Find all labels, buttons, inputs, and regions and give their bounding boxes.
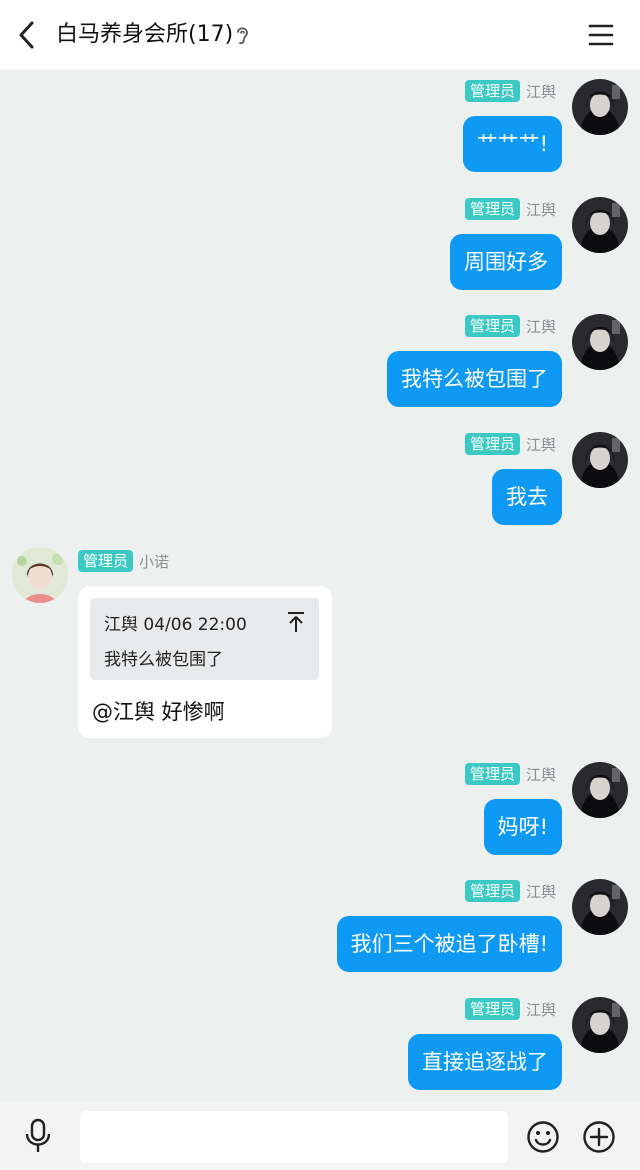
chat-title: 白马养身会所(17) xyxy=(56,22,234,47)
message-bubble[interactable]: 江舆 04/06 22:00 我特么被包围了 @江舆 好惨啊 xyxy=(78,586,332,738)
message-bubble[interactable]: 艹艹艹! xyxy=(462,116,562,172)
microphone-icon xyxy=(25,1118,51,1152)
message-meta: 管理员 江舆 xyxy=(464,763,556,785)
message-bubble[interactable]: 妈呀! xyxy=(483,799,562,855)
sender-name: 江舆 xyxy=(525,317,556,336)
back-button[interactable] xyxy=(12,17,46,53)
voice-button[interactable] xyxy=(22,1118,54,1154)
sender-name: 江舆 xyxy=(525,200,556,219)
ear-icon xyxy=(234,24,250,46)
message-input[interactable] xyxy=(80,1111,508,1163)
avatar[interactable] xyxy=(12,547,68,603)
plus-icon xyxy=(583,1121,615,1153)
emoji-button[interactable] xyxy=(526,1120,560,1154)
sender-name: 江舆 xyxy=(525,882,556,901)
menu-button[interactable] xyxy=(586,20,616,50)
message-meta: 管理员 江舆 xyxy=(464,880,556,902)
message-meta: 管理员 江舆 xyxy=(464,433,556,455)
avatar[interactable] xyxy=(572,879,628,935)
sender-name: 江舆 xyxy=(525,82,556,101)
avatar[interactable] xyxy=(572,314,628,370)
back-arrow-icon xyxy=(19,21,34,49)
quoted-text: 我特么被包围了 xyxy=(104,650,223,670)
message-bubble[interactable]: 我去 xyxy=(492,469,562,525)
message-bubble[interactable]: 周围好多 xyxy=(450,234,562,290)
message-meta: 管理员 小诺 xyxy=(78,550,169,572)
admin-badge: 管理员 xyxy=(464,315,520,337)
message-meta: 管理员 江舆 xyxy=(464,315,556,337)
sender-name: 江舆 xyxy=(525,1000,556,1019)
avatar[interactable] xyxy=(572,197,628,253)
hamburger-menu-icon xyxy=(588,24,614,46)
sender-name: 小诺 xyxy=(139,552,170,571)
message-meta: 管理员 江舆 xyxy=(464,80,556,102)
message-bubble[interactable]: 直接追逐战了 xyxy=(408,1034,562,1090)
chat-message-list[interactable]: 管理员 江舆 艹艹艹! 管理员 江舆 周围好多 管理员 江舆 我特么被包围了 管… xyxy=(0,70,640,1102)
message-meta: 管理员 江舆 xyxy=(464,198,556,220)
more-options-button[interactable] xyxy=(582,1120,616,1154)
emoji-icon xyxy=(527,1121,559,1153)
avatar[interactable] xyxy=(572,762,628,818)
admin-badge: 管理员 xyxy=(464,998,520,1020)
sender-name: 江舆 xyxy=(525,435,556,454)
admin-badge: 管理员 xyxy=(464,198,520,220)
message-meta: 管理员 江舆 xyxy=(464,998,556,1020)
quoted-message[interactable]: 江舆 04/06 22:00 我特么被包围了 xyxy=(90,598,319,680)
quoted-header: 江舆 04/06 22:00 xyxy=(104,615,247,635)
avatar[interactable] xyxy=(572,432,628,488)
admin-badge: 管理员 xyxy=(464,433,520,455)
admin-badge: 管理员 xyxy=(464,80,520,102)
admin-badge: 管理员 xyxy=(464,763,520,785)
message-bubble[interactable]: 我们三个被追了卧槽! xyxy=(336,916,562,972)
input-bar xyxy=(0,1102,640,1170)
jump-to-original-icon[interactable] xyxy=(286,610,306,634)
reply-text: @江舆 好惨啊 xyxy=(92,700,225,724)
chat-header: 白马养身会所(17) xyxy=(0,0,640,70)
avatar[interactable] xyxy=(572,79,628,135)
sender-name: 江舆 xyxy=(525,765,556,784)
avatar[interactable] xyxy=(572,997,628,1053)
admin-badge: 管理员 xyxy=(78,550,134,572)
message-bubble[interactable]: 我特么被包围了 xyxy=(387,351,562,407)
admin-badge: 管理员 xyxy=(464,880,520,902)
